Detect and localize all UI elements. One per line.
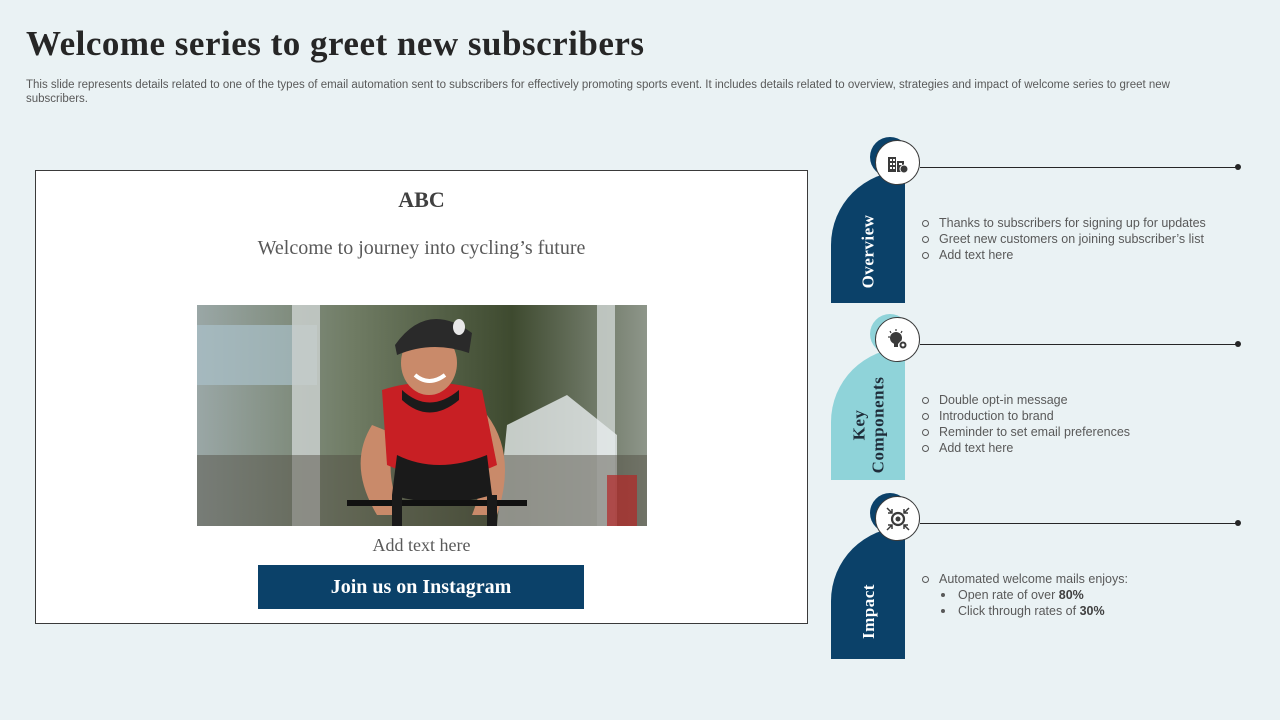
- page-subtitle: This slide represents details related to…: [26, 79, 1170, 105]
- label-line-1: Key: [849, 409, 868, 441]
- list-item: Reminder to set email preferences: [922, 424, 1130, 440]
- key-components-label: Key Components: [831, 375, 905, 475]
- lightbulb-gear-icon: [875, 317, 920, 362]
- gear-arrows-icon: [875, 496, 920, 541]
- open-rate-value: 80%: [1058, 588, 1084, 602]
- email-brand: ABC: [398, 187, 445, 212]
- key-components-connector-dot: [1235, 341, 1241, 347]
- cyclist-illustration: [197, 305, 647, 526]
- overview-connector-line: [920, 167, 1238, 168]
- impact-connector-dot: [1235, 520, 1241, 526]
- email-headline: Welcome to journey into cycling’s future: [257, 237, 586, 259]
- key-components-list: Double opt-in message Introduction to br…: [922, 392, 1130, 456]
- overview-label-text: Overview: [858, 214, 878, 288]
- impact-sub-list: Open rate of over 80% Click through rate…: [939, 587, 1128, 619]
- list-item: Automated welcome mails enjoys: Open rat…: [922, 571, 1128, 619]
- key-components-section: Key Components Double opt-in message Int…: [830, 313, 1250, 483]
- open-rate-text: Open rate of over: [958, 588, 1059, 602]
- impact-label-text: Impact: [858, 584, 878, 639]
- overview-section: Overview Thanks to subscribers for signi…: [830, 136, 1250, 306]
- impact-list: Automated welcome mails enjoys: Open rat…: [922, 571, 1128, 619]
- list-item: Add text here: [922, 440, 1130, 456]
- impact-section: Impact Automated welcome mails enjoys: O…: [830, 492, 1250, 662]
- overview-list: Thanks to subscribers for signing up for…: [922, 215, 1206, 263]
- list-item: Introduction to brand: [922, 408, 1130, 424]
- label-line-2: Components: [868, 376, 887, 474]
- list-item: Double opt-in message: [922, 392, 1130, 408]
- list-item: Add text here: [922, 247, 1206, 263]
- click-rate-value: 30%: [1079, 604, 1105, 618]
- email-preview-card: ABC Welcome to journey into cycling’s fu…: [35, 170, 808, 624]
- list-item: Greet new customers on joining subscribe…: [922, 231, 1206, 247]
- click-rate-text: Click through rates of: [958, 604, 1080, 618]
- overview-label: Overview: [831, 201, 905, 301]
- impact-intro: Automated welcome mails enjoys:: [939, 572, 1128, 586]
- page-title: Welcome series to greet new subscribers: [26, 24, 645, 63]
- overview-connector-dot: [1235, 164, 1241, 170]
- join-instagram-button[interactable]: Join us on Instagram: [258, 565, 584, 609]
- key-components-connector-line: [920, 344, 1238, 345]
- list-item: Thanks to subscribers for signing up for…: [922, 215, 1206, 231]
- list-item: Click through rates of 30%: [939, 603, 1128, 619]
- cyclist-photo: [197, 305, 647, 526]
- buildings-icon: [875, 140, 920, 185]
- email-caption: Add text here: [372, 535, 471, 555]
- impact-label: Impact: [831, 564, 905, 659]
- impact-connector-line: [920, 523, 1238, 524]
- key-components-label-text: Key Components: [849, 377, 887, 474]
- list-item: Open rate of over 80%: [939, 587, 1128, 603]
